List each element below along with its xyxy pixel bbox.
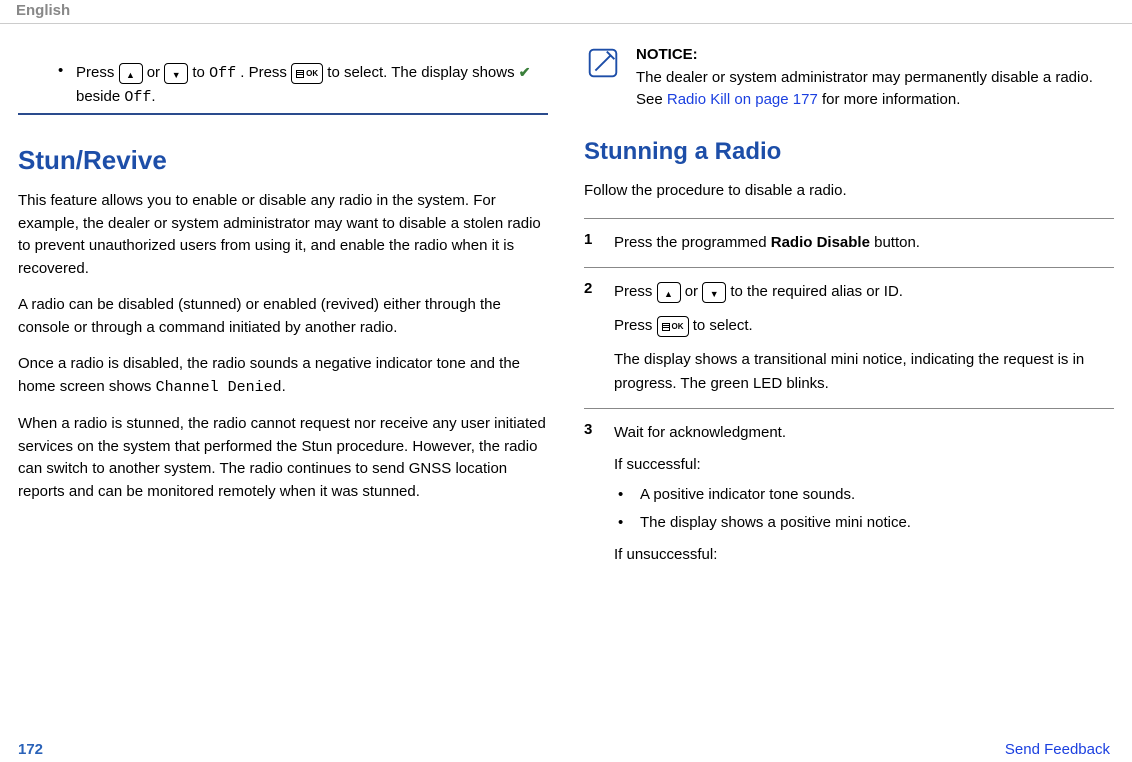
text-off-mono-2: Off [124,89,151,106]
bullet-text: Press or to Off . Press OK to select. Th… [76,62,548,109]
menu-ok-key-icon: OK [657,316,689,337]
step-2: 2 Press or to the required alias or ID. … [584,270,1114,406]
notice-link[interactable]: Radio Kill on page 177 [667,91,818,108]
step-1-number: 1 [584,231,600,255]
s1-text-a: Press the programmed [614,234,771,251]
intro-text: Follow the procedure to disable a radio. [584,180,1114,203]
text-press2: . Press [240,64,291,81]
notice-body: NOTICE: The dealer or system administrat… [636,44,1114,112]
down-arrow-key-icon [702,282,726,303]
step-divider [584,408,1114,409]
down-arrow-key-icon [164,63,188,84]
s3-unsuccess: If unsuccessful: [614,543,1114,567]
bullet-marker: • [618,483,628,507]
right-column: NOTICE: The dealer or system administrat… [584,34,1114,577]
page-content: • Press or to Off . Press OK to select. … [0,24,1132,577]
up-arrow-key-icon [119,63,143,84]
s1-bold: Radio Disable [771,234,870,251]
menu-ok-key-icon: OK [291,63,323,84]
bullet-marker: • [58,62,76,109]
text-to: to [192,64,209,81]
heading-stunning-radio: Stunning a Radio [584,138,1114,166]
footer: 172 Send Feedback [0,741,1132,758]
p3-text-b: . [282,378,286,395]
notice-title: NOTICE: [636,44,1114,67]
sub-bullet-1: • A positive indicator tone sounds. [618,483,1114,507]
p3-mono: Channel Denied [156,379,282,396]
text-press: Press [76,64,119,81]
s2-line1-a: Press [614,283,657,300]
step-2-body: Press or to the required alias or ID. Pr… [614,280,1114,396]
step-3: 3 Wait for acknowledgment. If successful… [584,411,1114,577]
paragraph-3: Once a radio is disabled, the radio soun… [18,353,548,399]
s1-text-b: button. [870,234,920,251]
sb1-text: A positive indicator tone sounds. [640,483,855,507]
step-3-number: 3 [584,421,600,567]
notice-icon [584,44,622,82]
heading-stun-revive: Stun/Revive [18,145,548,176]
step-2-number: 2 [584,280,600,396]
sub-bullet-list: • A positive indicator tone sounds. • Th… [614,483,1114,535]
check-icon [519,62,531,83]
send-feedback-link[interactable]: Send Feedback [1005,741,1110,758]
notice-text-b: for more information. [818,91,961,108]
step-3-body: Wait for acknowledgment. If successful: … [614,421,1114,567]
s2-line1-or: or [685,283,703,300]
notice-box: NOTICE: The dealer or system administrat… [584,44,1114,112]
paragraph-1: This feature allows you to enable or dis… [18,190,548,280]
text-to-select: to select. The display shows [327,64,518,81]
step-1-body: Press the programmed Radio Disable butto… [614,231,1114,255]
s2-line2-b: to select. [693,317,753,334]
bullet-marker: • [618,511,628,535]
sb2-text: The display shows a positive mini notice… [640,511,911,535]
up-arrow-key-icon [657,282,681,303]
s2-line3: The display shows a transitional mini no… [614,348,1114,396]
s3-wait: Wait for acknowledgment. [614,421,1114,445]
s2-line2-a: Press [614,317,657,334]
page-number: 172 [18,741,43,758]
text-beside: beside [76,88,124,105]
paragraph-4: When a radio is stunned, the radio canno… [18,413,548,503]
header-language: English [0,0,1132,24]
paragraph-2: A radio can be disabled (stunned) or ena… [18,294,548,339]
text-off-mono: Off [209,65,236,82]
step-1: 1 Press the programmed Radio Disable but… [584,221,1114,265]
bullet-row: • Press or to Off . Press OK to select. … [58,34,548,109]
step-divider [584,267,1114,268]
instruction-bullet-block: • Press or to Off . Press OK to select. … [18,34,548,115]
steps-list: 1 Press the programmed Radio Disable but… [584,216,1114,577]
sub-bullet-2: • The display shows a positive mini noti… [618,511,1114,535]
step-divider [584,218,1114,219]
text-dot: . [151,88,155,105]
section-divider [18,113,548,115]
s2-line1-b: to the required alias or ID. [730,283,903,300]
text-or: or [147,64,165,81]
s3-success: If successful: [614,453,1114,477]
left-column: • Press or to Off . Press OK to select. … [18,34,548,577]
